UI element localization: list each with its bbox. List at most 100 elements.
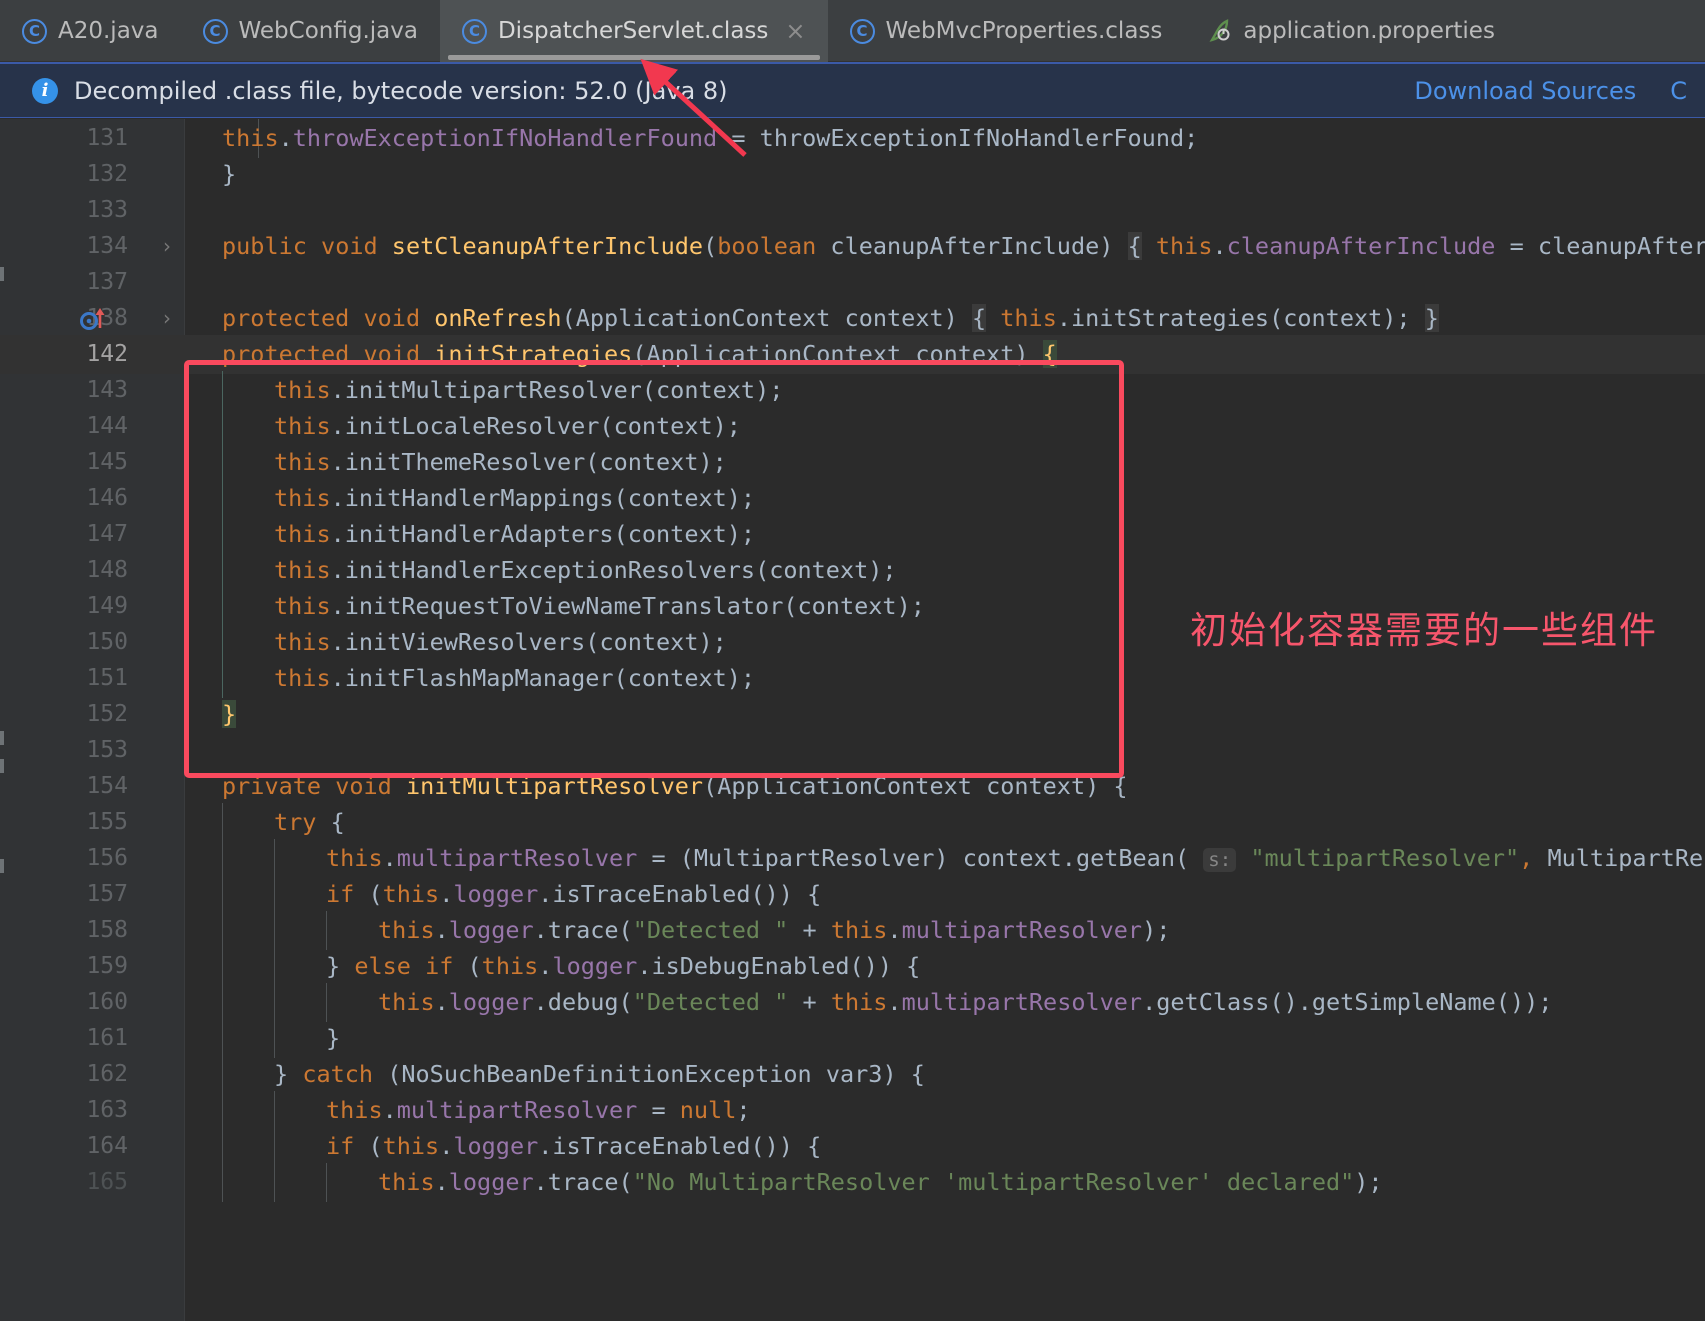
line-number: 144 bbox=[86, 413, 128, 439]
line-number: 156 bbox=[86, 845, 128, 871]
code-text: } catch (NoSuchBeanDefinitionException v… bbox=[274, 1060, 925, 1088]
code-row[interactable]: 152 } bbox=[0, 695, 1705, 734]
code-row[interactable]: 160 this.logger.debug("Detected " + this… bbox=[0, 983, 1705, 1023]
code-text: public void setCleanupAfterInclude(boole… bbox=[222, 232, 1705, 260]
code-row[interactable]: 131 this.throwExceptionIfNoHandlerFound … bbox=[0, 119, 1705, 159]
line-number: 149 bbox=[86, 593, 128, 619]
code-text: } bbox=[222, 160, 237, 188]
code-row[interactable]: 143 this.initMultipartResolver(context); bbox=[0, 371, 1705, 411]
line-number: 143 bbox=[86, 377, 128, 403]
tab-label: WebMvcProperties.class bbox=[885, 18, 1163, 44]
code-text: this.logger.trace("Detected " + this.mul… bbox=[378, 916, 1171, 944]
code-row[interactable]: 153 bbox=[0, 731, 1705, 770]
line-number: 137 bbox=[86, 269, 128, 295]
line-number: 131 bbox=[86, 125, 128, 151]
line-number: 155 bbox=[86, 809, 128, 835]
line-number: 134 bbox=[86, 233, 128, 259]
code-row[interactable]: 163 this.multipartResolver = null; bbox=[0, 1091, 1705, 1131]
download-sources-link[interactable]: Download Sources bbox=[1414, 77, 1636, 105]
chevron-right-icon[interactable]: › bbox=[158, 299, 176, 338]
code-editor[interactable]: 131 this.throwExceptionIfNoHandlerFound … bbox=[0, 119, 1705, 1321]
code-text: this.initHandlerExceptionResolvers(conte… bbox=[274, 556, 897, 584]
line-number: 132 bbox=[86, 161, 128, 187]
close-icon[interactable]: × bbox=[785, 19, 805, 43]
code-text: this.initMultipartResolver(context); bbox=[274, 376, 784, 404]
code-row[interactable]: 147 this.initHandlerAdapters(context); bbox=[0, 515, 1705, 555]
code-text: this.initFlashMapManager(context); bbox=[274, 664, 756, 692]
code-row[interactable]: 155 try { bbox=[0, 803, 1705, 843]
line-number: 159 bbox=[86, 953, 128, 979]
code-row[interactable]: 165 this.logger.trace("No MultipartResol… bbox=[0, 1163, 1705, 1203]
line-number: 165 bbox=[86, 1169, 128, 1195]
code-row[interactable]: 161 } bbox=[0, 1019, 1705, 1059]
line-number: 142 bbox=[86, 341, 128, 367]
tab-webmvcproperties-class[interactable]: C WebMvcProperties.class bbox=[828, 0, 1185, 62]
code-row[interactable]: 145 this.initThemeResolver(context); bbox=[0, 443, 1705, 483]
overriding-method-icon[interactable] bbox=[78, 306, 108, 332]
line-number: 145 bbox=[86, 449, 128, 475]
java-class-icon: C bbox=[202, 18, 228, 44]
line-number: 154 bbox=[86, 773, 128, 799]
tab-a20-java[interactable]: C A20.java bbox=[0, 0, 181, 62]
decompiled-notification-bar: i Decompiled .class file, bytecode versi… bbox=[0, 62, 1705, 118]
line-number: 138 bbox=[86, 305, 128, 331]
code-row[interactable]: 154 private void initMultipartResolver(A… bbox=[0, 767, 1705, 806]
code-text: if (this.logger.isTraceEnabled()) { bbox=[326, 1132, 822, 1160]
code-text: } bbox=[222, 700, 237, 728]
line-number: 157 bbox=[86, 881, 128, 907]
code-row[interactable]: 162 } catch (NoSuchBeanDefinitionExcepti… bbox=[0, 1055, 1705, 1095]
line-number: 148 bbox=[86, 557, 128, 583]
code-lines[interactable]: 131 this.throwExceptionIfNoHandlerFound … bbox=[0, 119, 1705, 1321]
tab-label: A20.java bbox=[58, 18, 159, 44]
code-text: protected void onRefresh(ApplicationCont… bbox=[222, 304, 1439, 332]
code-text: this.initThemeResolver(context); bbox=[274, 448, 727, 476]
code-text: this.logger.debug("Detected " + this.mul… bbox=[378, 988, 1553, 1016]
code-row[interactable]: 148 this.initHandlerExceptionResolvers(c… bbox=[0, 551, 1705, 591]
annotation-arrow bbox=[640, 58, 747, 157]
code-text: this.logger.trace("No MultipartResolver … bbox=[378, 1168, 1383, 1196]
code-row[interactable]: 138 › protected void onRefresh(Applicati… bbox=[0, 299, 1705, 338]
code-text: this.initViewResolvers(context); bbox=[274, 628, 727, 656]
line-number: 151 bbox=[86, 665, 128, 691]
parameter-hint: s: bbox=[1203, 848, 1237, 872]
line-number: 161 bbox=[86, 1025, 128, 1051]
code-text: try { bbox=[274, 808, 345, 836]
line-number: 150 bbox=[86, 629, 128, 655]
code-row-current[interactable]: 142 protected void initStrategies(Applic… bbox=[0, 335, 1705, 375]
tab-webconfig-java[interactable]: C WebConfig.java bbox=[181, 0, 440, 62]
code-row[interactable]: 134 › public void setCleanupAfterInclude… bbox=[0, 227, 1705, 266]
code-row[interactable]: 156 this.multipartResolver = (MultipartR… bbox=[0, 839, 1705, 879]
tab-label: WebConfig.java bbox=[238, 18, 418, 44]
code-text: this.initHandlerMappings(context); bbox=[274, 484, 756, 512]
info-icon: i bbox=[32, 77, 58, 104]
code-text: } bbox=[326, 1024, 341, 1052]
line-number: 152 bbox=[86, 701, 128, 727]
code-row[interactable]: 132 } bbox=[0, 155, 1705, 194]
code-row[interactable]: 137 bbox=[0, 263, 1705, 302]
code-text: protected void initStrategies(Applicatio… bbox=[222, 340, 1057, 368]
line-number: 163 bbox=[86, 1097, 128, 1123]
line-number: 147 bbox=[86, 521, 128, 547]
editor-tab-bar: C A20.java C WebConfig.java C Dispatcher… bbox=[0, 0, 1705, 62]
code-row[interactable]: 159 } else if (this.logger.isDebugEnable… bbox=[0, 947, 1705, 987]
code-row[interactable]: 146 this.initHandlerMappings(context); bbox=[0, 479, 1705, 519]
code-text: if (this.logger.isTraceEnabled()) { bbox=[326, 880, 822, 908]
line-number: 162 bbox=[86, 1061, 128, 1087]
code-row[interactable]: 158 this.logger.trace("Detected " + this… bbox=[0, 911, 1705, 951]
code-row[interactable]: 151 this.initFlashMapManager(context); bbox=[0, 659, 1705, 699]
code-row[interactable]: 144 this.initLocaleResolver(context); bbox=[0, 407, 1705, 447]
code-row[interactable]: 164 if (this.logger.isTraceEnabled()) { bbox=[0, 1127, 1705, 1167]
chevron-right-icon[interactable]: › bbox=[158, 227, 176, 266]
code-text: this.initLocaleResolver(context); bbox=[274, 412, 741, 440]
code-text: this.initRequestToViewNameTranslator(con… bbox=[274, 592, 925, 620]
java-class-icon: C bbox=[461, 18, 487, 44]
code-row[interactable]: 133 bbox=[0, 191, 1705, 230]
code-row[interactable]: 157 if (this.logger.isTraceEnabled()) { bbox=[0, 875, 1705, 915]
line-number: 158 bbox=[86, 917, 128, 943]
tab-application-properties[interactable]: application.properties bbox=[1184, 0, 1517, 62]
notification-actions: Download Sources C bbox=[1414, 77, 1687, 105]
line-number: 146 bbox=[86, 485, 128, 511]
choose-sources-link[interactable]: C bbox=[1670, 77, 1687, 105]
tab-label: application.properties bbox=[1243, 18, 1495, 44]
annotation-note-text: 初始化容器需要的一些组件 bbox=[1190, 609, 1658, 652]
